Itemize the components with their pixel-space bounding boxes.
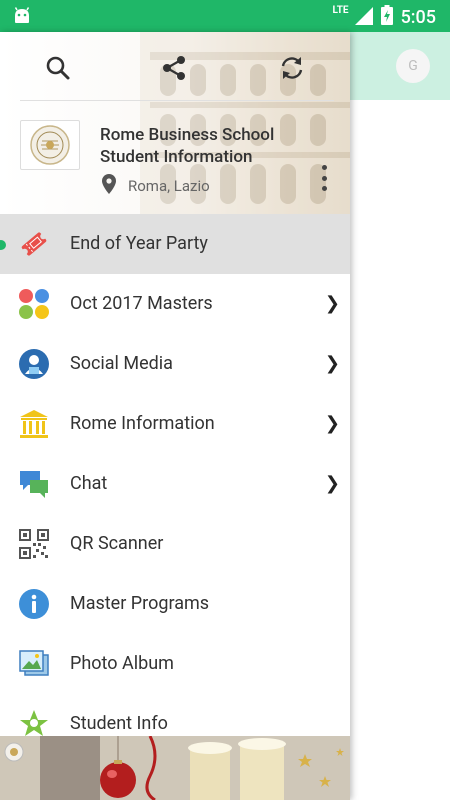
location-text: Roma, Lazio	[128, 177, 210, 195]
menu-item-qr-scanner[interactable]: QR Scanner	[0, 514, 350, 574]
drawer-toolbar	[0, 46, 350, 90]
menu-item-label: Chat	[70, 473, 108, 494]
drawer-menu: End of Year Party Oct 2017 Masters ❯ Soc…	[0, 214, 350, 754]
social-user-icon	[18, 348, 50, 380]
active-indicator-dot	[0, 240, 6, 250]
status-bar: LTE 5:05	[0, 0, 450, 32]
photo-album-icon	[18, 648, 50, 680]
chat-bubbles-icon	[18, 468, 50, 500]
colored-dots-icon	[18, 288, 50, 320]
chevron-right-icon: ❯	[324, 413, 340, 434]
celebration-image	[0, 736, 350, 800]
organization-name: Rome Business School Student Information	[100, 124, 310, 168]
qr-code-icon	[18, 528, 50, 560]
organization-name-line1: Rome Business School	[100, 125, 275, 145]
menu-item-label: Master Programs	[70, 593, 210, 614]
info-icon	[18, 588, 50, 620]
user-avatar[interactable]: G	[396, 49, 430, 83]
refresh-icon[interactable]	[276, 52, 308, 84]
signal-icon	[353, 5, 373, 29]
chevron-right-icon: ❯	[324, 353, 340, 374]
clock: 5:05	[400, 6, 436, 28]
ticket-icon	[18, 228, 50, 260]
school-logo	[20, 120, 80, 170]
chevron-right-icon: ❯	[324, 473, 340, 494]
menu-item-photo-album[interactable]: Photo Album	[0, 634, 350, 694]
network-type: LTE	[332, 5, 349, 16]
menu-item-label: Rome Information	[70, 413, 215, 434]
menu-item-master-programs[interactable]: Master Programs	[0, 574, 350, 634]
menu-item-label: Student Info	[70, 713, 168, 734]
location: Roma, Lazio	[102, 174, 210, 198]
menu-item-label: Oct 2017 Masters	[70, 293, 213, 314]
columns-building-icon	[18, 408, 50, 440]
menu-item-rome-information[interactable]: Rome Information ❯	[0, 394, 350, 454]
search-icon[interactable]	[42, 52, 74, 84]
drawer-footer-image	[0, 736, 350, 800]
menu-item-oct-2017-masters[interactable]: Oct 2017 Masters ❯	[0, 274, 350, 334]
menu-item-label: End of Year Party	[70, 233, 208, 254]
menu-item-label: Photo Album	[70, 653, 174, 674]
organization-name-line2: Student Information	[100, 147, 253, 167]
more-options-icon[interactable]	[314, 165, 334, 191]
android-icon	[12, 7, 32, 29]
drawer-header: Rome Business School Student Information…	[0, 32, 350, 214]
navigation-drawer: Rome Business School Student Information…	[0, 32, 350, 800]
menu-item-social-media[interactable]: Social Media ❯	[0, 334, 350, 394]
menu-item-end-of-year-party[interactable]: End of Year Party	[0, 214, 350, 274]
menu-item-label: QR Scanner	[70, 533, 164, 554]
location-pin-icon	[102, 174, 116, 198]
header-divider	[20, 100, 334, 101]
battery-charging-icon	[380, 5, 393, 29]
chevron-right-icon: ❯	[324, 293, 340, 314]
share-icon[interactable]	[158, 52, 190, 84]
menu-item-label: Social Media	[70, 353, 173, 374]
menu-item-chat[interactable]: Chat ❯	[0, 454, 350, 514]
